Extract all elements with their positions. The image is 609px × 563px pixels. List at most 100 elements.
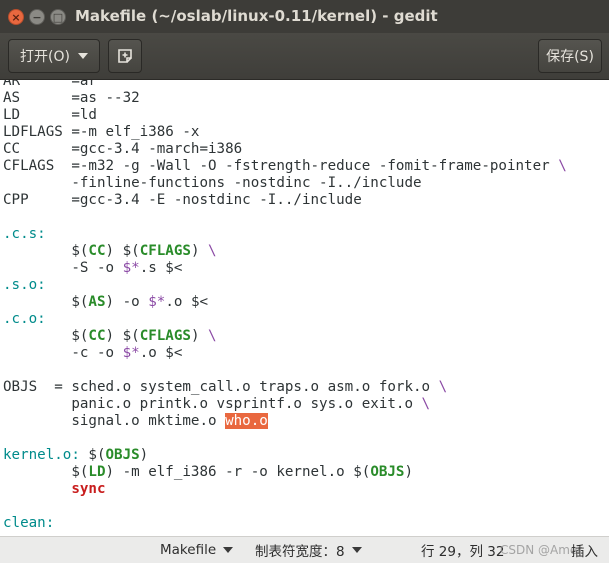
code-token: LD <box>88 464 106 480</box>
code-token: sync <box>71 481 106 497</box>
code-token: ) -o <box>105 294 149 310</box>
code-line[interactable]: .c.o: <box>3 311 567 328</box>
code-line[interactable]: -c -o $*.o $< <box>3 345 567 362</box>
code-token: panic.o printk.o vsprintf.o sys.o exit.o <box>3 396 422 412</box>
close-window-button[interactable]: × <box>8 9 24 25</box>
status-bar: Makefile 制表符宽度：8 行 29，列 32 CSDN @Amer 插入 <box>0 536 609 563</box>
code-token: .s $< <box>139 260 183 276</box>
code-token: CC <box>88 328 106 344</box>
code-token: $( <box>79 447 106 463</box>
code-line[interactable]: -S -o $*.s $< <box>3 260 567 277</box>
code-line[interactable] <box>3 362 567 379</box>
code-content[interactable]: AR =ar AS =as --32 LD =ld LDFLAGS =-m elf_i… <box>3 80 567 532</box>
code-token: -finline-functions -nostdinc -I../includ… <box>3 175 422 191</box>
code-line[interactable]: sync <box>3 481 567 498</box>
code-token: AS <box>88 294 106 310</box>
code-token: $( <box>3 294 89 310</box>
code-token: kernel.o: <box>3 447 80 463</box>
header-bar: 打开(O) 保存(S) <box>0 33 609 80</box>
code-token: ) <box>190 243 209 259</box>
code-line[interactable]: .c.s: <box>3 226 567 243</box>
save-button[interactable]: 保存(S) <box>538 39 602 73</box>
search-highlight: who.o <box>225 413 268 429</box>
code-token: -c -o <box>3 345 123 361</box>
code-line[interactable]: CFLAGS =-m32 -g -Wall -O -fstrength-redu… <box>3 158 567 175</box>
maximize-window-button[interactable]: □ <box>50 9 66 25</box>
code-token: $( <box>3 464 89 480</box>
cursor-position-label: 行 29，列 32 <box>421 544 505 560</box>
code-token: .c.s: <box>3 226 46 242</box>
code-token: CPP =gcc-3.4 -E -nostdinc -I../include <box>3 192 362 208</box>
code-line[interactable]: -finline-functions -nostdinc -I../includ… <box>3 175 567 192</box>
code-token: signal.o mktime.o <box>3 413 226 429</box>
language-label: Makefile <box>160 542 217 558</box>
code-token: ) <box>190 328 209 344</box>
open-button-label: 打开(O) <box>20 49 70 65</box>
code-token: $* <box>148 294 166 310</box>
code-line[interactable]: $(CC) $(CFLAGS) \ <box>3 328 567 345</box>
maximize-icon: □ <box>52 10 64 24</box>
code-token: OBJS <box>370 464 405 480</box>
code-token: \ <box>421 396 431 412</box>
code-line[interactable] <box>3 209 567 226</box>
text-editor[interactable]: AR =ar AS =as --32 LD =ld LDFLAGS =-m elf_i… <box>0 80 609 536</box>
chevron-down-icon <box>77 53 88 59</box>
code-token: ) <box>139 447 149 463</box>
language-selector[interactable]: Makefile <box>160 537 234 563</box>
code-line[interactable]: AS =as --32 <box>3 90 567 107</box>
insert-mode-label: 插入 <box>571 544 598 560</box>
code-token: ) $( <box>105 328 140 344</box>
code-token: AS =as --32 <box>3 90 140 106</box>
code-token: .c.o: <box>3 311 46 327</box>
code-line[interactable]: CC =gcc-3.4 -march=i386 <box>3 141 567 158</box>
gedit-window: × − □ Makefile (~/oslab/linux-0.11/kerne… <box>0 0 609 563</box>
code-line[interactable]: clean: <box>3 515 567 532</box>
code-token: LD =ld <box>3 107 97 123</box>
insert-mode[interactable]: 插入 <box>571 537 598 563</box>
new-document-icon <box>118 49 132 63</box>
code-token: \ <box>208 243 217 259</box>
cursor-position: 行 29，列 32 <box>421 537 504 563</box>
code-line[interactable]: kernel.o: $(OBJS) <box>3 447 567 464</box>
code-line[interactable]: LD =ld <box>3 107 567 124</box>
code-token: $( <box>3 328 89 344</box>
code-token: \ <box>438 379 448 395</box>
watermark: CSDN @Amer <box>500 543 583 557</box>
code-token: .s.o: <box>3 277 46 293</box>
code-token: .o $< <box>165 294 209 310</box>
code-token: OBJS = sched.o system_call.o traps.o asm… <box>3 379 439 395</box>
close-icon: × <box>11 10 21 24</box>
code-token: CC =gcc-3.4 -march=i386 <box>3 141 243 157</box>
code-token: .o $< <box>139 345 183 361</box>
code-token: LDFLAGS =-m elf_i386 -x <box>3 124 200 140</box>
minimize-window-button[interactable]: − <box>29 9 45 25</box>
code-line[interactable]: CPP =gcc-3.4 -E -nostdinc -I../include <box>3 192 567 209</box>
code-line[interactable]: LDFLAGS =-m elf_i386 -x <box>3 124 567 141</box>
code-line[interactable]: AR =ar <box>3 80 567 90</box>
code-token: $( <box>3 243 89 259</box>
code-token: \ <box>558 158 567 174</box>
code-token: clean: <box>3 515 55 531</box>
code-line[interactable]: signal.o mktime.o who.o <box>3 413 567 430</box>
code-token: -S -o <box>3 260 123 276</box>
code-token: ) <box>404 464 414 480</box>
code-line[interactable]: $(CC) $(CFLAGS) \ <box>3 243 567 260</box>
code-line[interactable]: $(LD) -m elf_i386 -r -o kernel.o $(OBJS) <box>3 464 567 481</box>
code-line[interactable] <box>3 498 567 515</box>
chevron-down-icon <box>223 547 234 553</box>
open-button[interactable]: 打开(O) <box>8 39 100 73</box>
code-token: AR =ar <box>3 80 97 89</box>
code-line[interactable] <box>3 430 567 447</box>
code-line[interactable]: OBJS = sched.o system_call.o traps.o asm… <box>3 379 567 396</box>
code-line[interactable]: .s.o: <box>3 277 567 294</box>
title-bar[interactable]: × − □ Makefile (~/oslab/linux-0.11/kerne… <box>0 0 609 33</box>
code-token: ) $( <box>105 243 140 259</box>
tab-width-selector[interactable]: 制表符宽度：8 <box>255 537 362 563</box>
code-line[interactable]: panic.o printk.o vsprintf.o sys.o exit.o… <box>3 396 567 413</box>
code-token: CC <box>88 243 106 259</box>
code-token: $* <box>122 345 140 361</box>
code-line[interactable]: $(AS) -o $*.o $< <box>3 294 567 311</box>
tab-width-label: 制表符宽度：8 <box>255 544 345 560</box>
new-tab-button[interactable] <box>108 39 142 73</box>
